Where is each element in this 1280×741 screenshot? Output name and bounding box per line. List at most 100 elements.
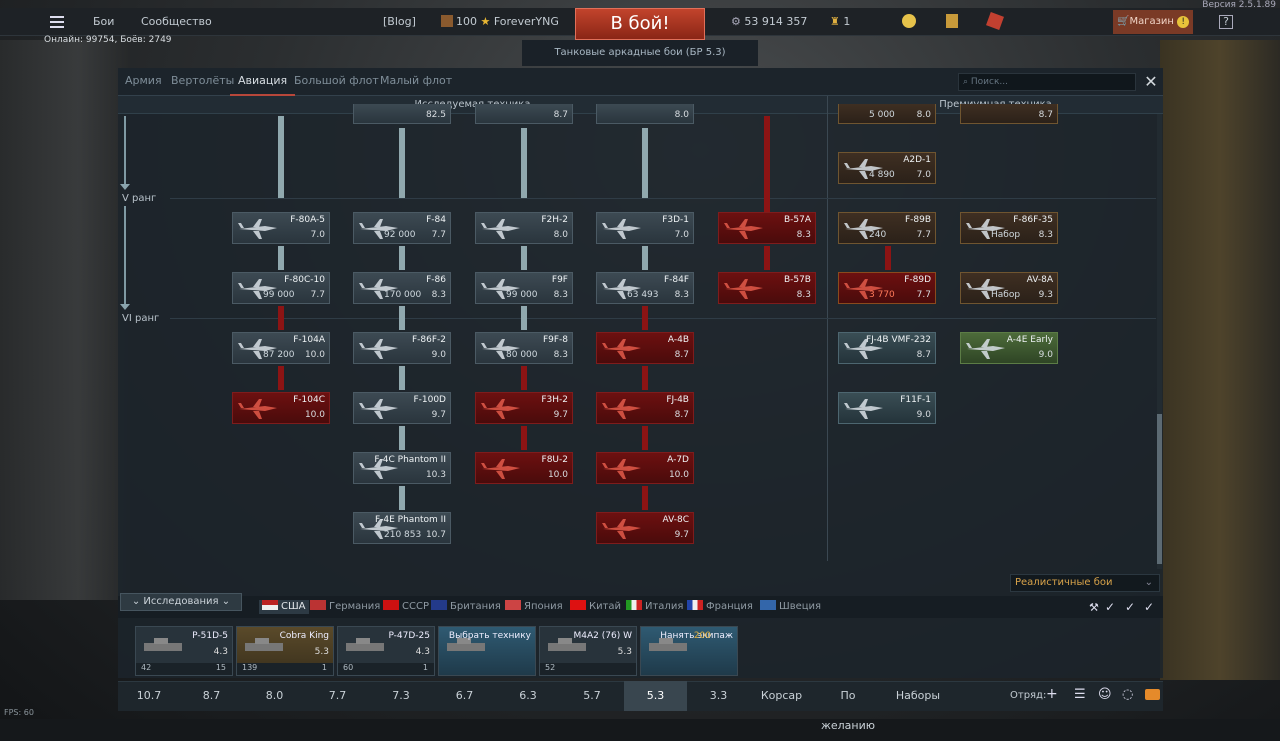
br-button[interactable]: Наборы: [883, 681, 953, 711]
vehicle-card-f86f35[interactable]: F-86F-35 Набор 8.3: [960, 212, 1058, 244]
br-button[interactable]: 6.7: [433, 681, 496, 711]
vehicle-card-a4b[interactable]: A-4B 8.7: [596, 332, 694, 364]
tab-army[interactable]: Армия: [125, 68, 162, 96]
vehicle-card-partial[interactable]: 82.5: [353, 104, 451, 124]
scroll-thumb[interactable]: [1157, 414, 1162, 564]
vehicle-card-b57a[interactable]: B-57A 8.3: [718, 212, 816, 244]
crew-slot[interactable]: M4A2 (76) W 5.3 52: [539, 626, 637, 676]
vehicle-card-f3d1[interactable]: F3D-1 7.0: [596, 212, 694, 244]
vehicle-card-f8u2[interactable]: F8U-2 10.0: [475, 452, 573, 484]
vehicle-card-f9f8[interactable]: F9F-8 80 000 8.3: [475, 332, 573, 364]
vehicle-card-a7d[interactable]: A-7D 10.0: [596, 452, 694, 484]
lightbulb-icon[interactable]: [902, 14, 916, 28]
tab-coastal-fleet[interactable]: Малый флот: [380, 68, 452, 96]
vehicle-card-f11f1[interactable]: F11F-1 9.0: [838, 392, 936, 424]
country-italy[interactable]: Италия: [626, 600, 683, 614]
vehicle-card-f84f[interactable]: F-84F 63 493 8.3: [596, 272, 694, 304]
vehicle-card-f89b[interactable]: F-89B 240 7.7: [838, 212, 936, 244]
mail-icon[interactable]: [1145, 689, 1160, 700]
vehicle-card-partial[interactable]: 8.7: [475, 104, 573, 124]
wrench-icon[interactable]: ⚒: [1089, 601, 1099, 614]
vehicle-card-f104c[interactable]: F-104C 10.0: [232, 392, 330, 424]
research-points: 240: [869, 230, 887, 240]
br-button[interactable]: 5.3: [624, 681, 687, 711]
vehicle-card-partial[interactable]: 5 000 8.0: [838, 104, 936, 124]
vehicle-card-f4e[interactable]: F-4E Phantom II 210 853 10.7: [353, 512, 451, 544]
vehicle-card-f9f[interactable]: F9F 99 000 8.3: [475, 272, 573, 304]
vehicle-card-a4e[interactable]: A-4E Early 9.0: [960, 332, 1058, 364]
vehicle-card-f100d[interactable]: F-100D 9.7: [353, 392, 451, 424]
br-button[interactable]: 6.3: [496, 681, 560, 711]
golden-eagles[interactable]: ♜ 1: [830, 8, 850, 36]
list-icon[interactable]: ☰: [1074, 687, 1086, 702]
research-column-header: Исследуемая техника: [118, 96, 827, 114]
battles-menu[interactable]: Бои: [93, 8, 114, 36]
tab-aviation[interactable]: Авиация: [230, 68, 296, 96]
vehicle-card-f80a5[interactable]: F-80A-5 7.0: [232, 212, 330, 244]
game-mode-label[interactable]: Танковые аркадные бои (БР 5.3): [522, 40, 758, 66]
br-button[interactable]: 3.3: [687, 681, 750, 711]
vehicle-card-f86f2[interactable]: F-86F-2 9.0: [353, 332, 451, 364]
country-france[interactable]: Франция: [687, 600, 753, 614]
vehicle-card-av8c[interactable]: AV-8C 9.7: [596, 512, 694, 544]
br-button[interactable]: Корсар: [750, 681, 813, 711]
chat-icon[interactable]: ◌: [1122, 687, 1133, 702]
country-sweden[interactable]: Швеция: [760, 600, 821, 614]
crew-slot[interactable]: P-51D-5 4.3 42 15: [135, 626, 233, 676]
add-icon[interactable]: +: [1046, 686, 1058, 702]
country-germany[interactable]: Германия: [310, 600, 380, 614]
battlepass-icon[interactable]: [946, 14, 958, 28]
shop-button[interactable]: 🛒Магазин !: [1113, 10, 1193, 34]
silver-lions[interactable]: ⚙ 53 914 357: [731, 8, 807, 36]
vehicle-card-fj4bvmf[interactable]: FJ-4B VMF-232 8.7: [838, 332, 936, 364]
tree-connector: [521, 306, 527, 330]
vehicle-card-a2d1[interactable]: A2D-1 4 890 7.0: [838, 152, 936, 184]
vehicle-card-fj4b[interactable]: FJ-4B 8.7: [596, 392, 694, 424]
vehicle-card-f80c10[interactable]: F-80C-10 99 000 7.7: [232, 272, 330, 304]
tree-connector: [642, 366, 648, 390]
vehicle-card-f86[interactable]: F-86 170 000 8.3: [353, 272, 451, 304]
crew-slot[interactable]: Выбрать технику: [438, 626, 536, 676]
check-multi-icon[interactable]: ✓: [1125, 600, 1135, 614]
country-ussr[interactable]: СССР: [383, 600, 429, 614]
br-button[interactable]: По желанию: [813, 681, 883, 732]
vehicle-card-f84[interactable]: F-84 92 000 7.7: [353, 212, 451, 244]
country-usa[interactable]: США: [259, 600, 309, 614]
country-china[interactable]: Китай: [570, 600, 621, 614]
br-button[interactable]: 7.3: [369, 681, 433, 711]
search-input[interactable]: ⌕ Поиск...: [958, 73, 1136, 91]
br-button[interactable]: 8.0: [243, 681, 306, 711]
community-menu[interactable]: Сообщество: [141, 8, 212, 36]
vehicle-card-f104a[interactable]: F-104A 87 200 10.0: [232, 332, 330, 364]
check-all-icon[interactable]: ✓: [1144, 600, 1154, 614]
br-button[interactable]: 5.7: [560, 681, 624, 711]
vehicle-card-partial[interactable]: 8.7: [960, 104, 1058, 124]
to-battle-button[interactable]: В бой!: [575, 8, 705, 40]
vehicle-card-av8a[interactable]: AV-8A Набор 9.3: [960, 272, 1058, 304]
vehicle-card-f4c[interactable]: F-4C Phantom II 10.3: [353, 452, 451, 484]
br-button[interactable]: 10.7: [118, 681, 180, 711]
help-button[interactable]: ?: [1219, 15, 1233, 29]
crew-slot[interactable]: Нанять экипаж 200: [640, 626, 738, 676]
crew-slot[interactable]: P-47D-25 4.3 60 1: [337, 626, 435, 676]
tab-bluewater-fleet[interactable]: Большой флот: [294, 68, 379, 96]
vehicle-card-f89d[interactable]: F-89D 3 770 7.7: [838, 272, 936, 304]
battle-mode-dropdown[interactable]: Реалистичные бои ⌄: [1010, 574, 1160, 592]
close-button[interactable]: ✕: [1142, 72, 1160, 92]
tree-scrollbar[interactable]: [1157, 114, 1162, 569]
blog-link[interactable]: [Blog]: [383, 8, 416, 36]
crew-slot[interactable]: Cobra King 5.3 139 1: [236, 626, 334, 676]
vehicle-card-f2h2[interactable]: F2H-2 8.0: [475, 212, 573, 244]
menu-icon[interactable]: [50, 16, 64, 28]
country-britain[interactable]: Британия: [431, 600, 501, 614]
check-icon[interactable]: ✓: [1105, 600, 1115, 614]
research-tab[interactable]: ⌄ Исследования ⌄: [120, 593, 242, 611]
br-button[interactable]: 8.7: [180, 681, 243, 711]
br-button[interactable]: 7.7: [306, 681, 369, 711]
contacts-icon[interactable]: ☺: [1098, 687, 1112, 702]
vehicle-card-b57b[interactable]: B-57B 8.3: [718, 272, 816, 304]
vehicle-card-f3h2[interactable]: F3H-2 9.7: [475, 392, 573, 424]
country-japan[interactable]: Япония: [505, 600, 563, 614]
vehicle-card-partial[interactable]: 8.0: [596, 104, 694, 124]
tab-helicopters[interactable]: Вертолёты: [171, 68, 234, 96]
